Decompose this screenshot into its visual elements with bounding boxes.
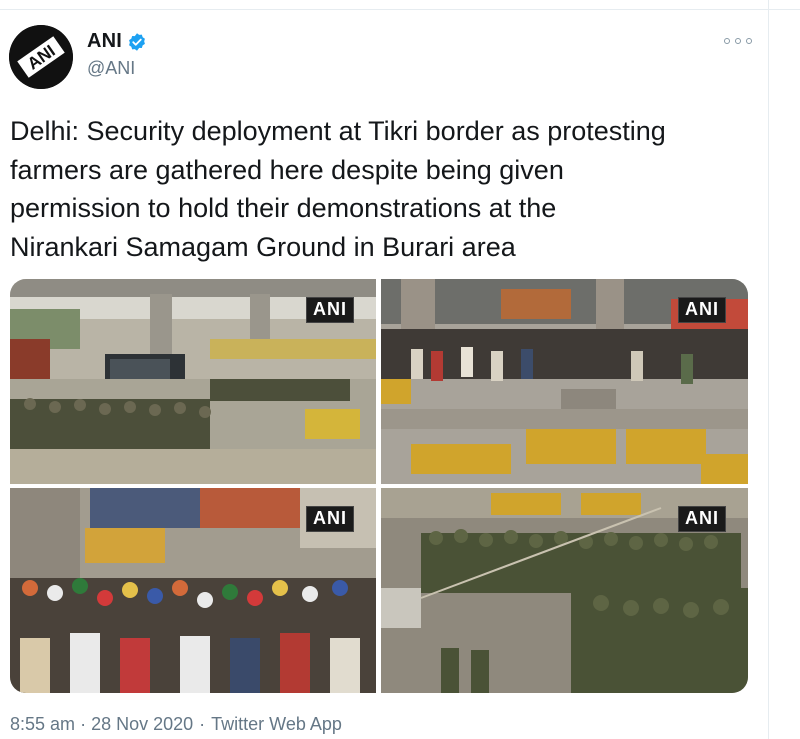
ani-logo-icon: ANI: [9, 25, 73, 89]
tweet-meta: 8:55 am · 28 Nov 2020 · Twitter Web App: [10, 714, 342, 735]
ani-watermark: ANI: [678, 506, 726, 532]
media-grid: ANI ANI ANI ANI: [10, 279, 748, 693]
tweet-time-link[interactable]: 8:55 am · 28 Nov 2020: [10, 714, 193, 735]
photo-2[interactable]: ANI: [381, 279, 748, 484]
ani-watermark: ANI: [306, 297, 354, 323]
more-options-icon[interactable]: [724, 33, 752, 49]
ani-watermark: ANI: [306, 506, 354, 532]
photo-3[interactable]: ANI: [10, 488, 376, 693]
tweet-card: ANI ANI @ANI Delhi: Security deployment …: [0, 0, 800, 739]
tweet-time: 8:55 am: [10, 714, 76, 734]
top-divider: [0, 9, 800, 10]
author-handle[interactable]: @ANI: [87, 58, 135, 79]
column-border: [768, 0, 769, 739]
verified-badge-icon: [127, 32, 147, 52]
tweet-text: Delhi: Security deployment at Tikri bord…: [10, 116, 666, 262]
photo-1[interactable]: ANI: [10, 279, 376, 484]
tweet-date: 28 Nov 2020: [91, 714, 194, 734]
author-avatar[interactable]: ANI: [9, 25, 73, 89]
author-name-row[interactable]: ANI: [87, 30, 147, 53]
author-name[interactable]: ANI: [87, 30, 122, 53]
photo-4[interactable]: ANI: [381, 488, 748, 693]
meta-separator: ·: [199, 714, 206, 734]
tweet-source[interactable]: Twitter Web App: [211, 714, 342, 735]
meta-separator: ·: [80, 714, 87, 734]
ani-watermark: ANI: [678, 297, 726, 323]
